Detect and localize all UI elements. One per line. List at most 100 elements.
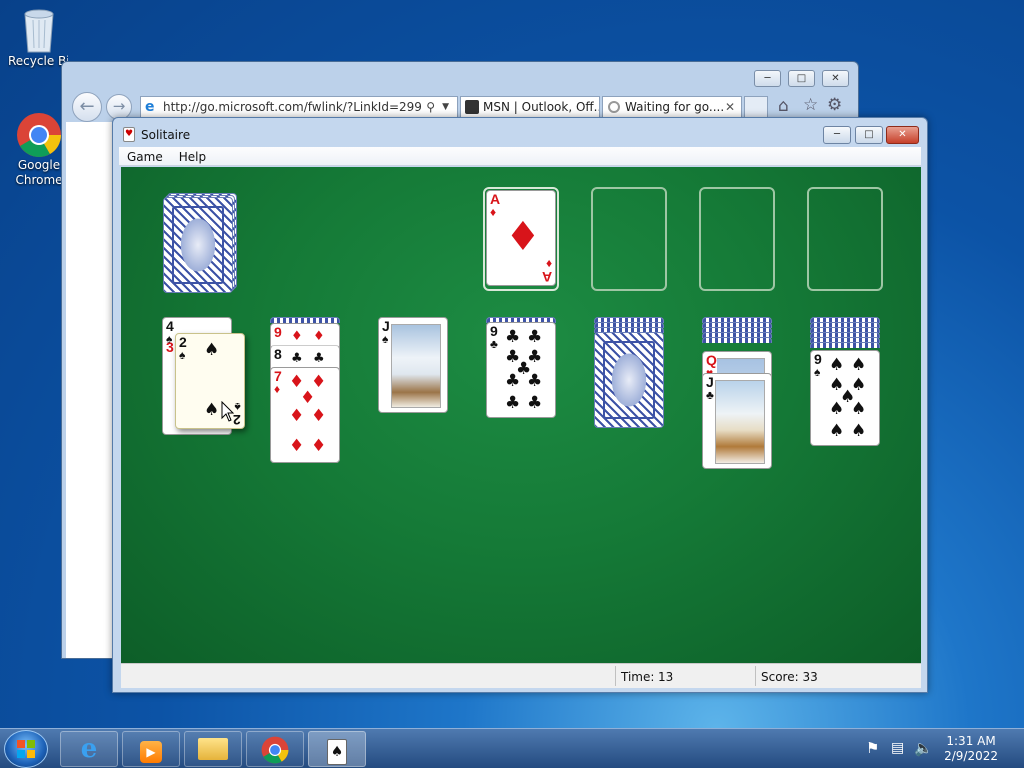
address-bar[interactable]: e http://go.microsoft.com/fwlink/?LinkId… [140, 96, 458, 118]
tableau-column-4[interactable]: 9 ♣ ♣ ♣ ♣ ♣ ♣ ♣ ♣ ♣ ♣ [486, 317, 558, 419]
diamond-icon: ♦ [289, 436, 305, 456]
clock-date: 2/9/2022 [944, 749, 998, 763]
gear-icon[interactable]: ⚙ [827, 95, 842, 115]
tab-label: MSN | Outlook, Off... [483, 100, 600, 114]
close-button[interactable]: ✕ [886, 126, 919, 144]
club-icon: ♣ [527, 371, 543, 391]
new-tab-button[interactable] [744, 96, 768, 118]
back-arrow-icon[interactable]: ← [72, 92, 102, 122]
home-icon[interactable]: ⌂ [778, 96, 789, 116]
card-rank: 9 [274, 325, 282, 339]
card-rank: 2 ♠ [179, 335, 187, 361]
taskbar-media-player[interactable]: ▶ [122, 731, 180, 767]
card-back-edge [702, 337, 772, 343]
rank-text: 3 [166, 339, 174, 355]
solitaire-window[interactable]: ♥ Solitaire ─ □ ✕ Game Help A ♦ ♦ A ♦ 4 ♠ 3 [112, 117, 928, 693]
tableau-column-7[interactable]: 9 ♠ ♠ ♠ ♠ ♠ ♠ ♠ ♠ ♠ ♠ [810, 317, 882, 449]
suit-glyph: ♦ [490, 205, 497, 219]
status-separator [615, 666, 616, 686]
club-icon: ♣ [313, 351, 325, 366]
tab-loading[interactable]: Waiting for go.... ✕ [602, 96, 742, 118]
suit-glyph: ♠ [382, 332, 389, 346]
msn-icon [465, 100, 479, 114]
game-table[interactable]: A ♦ ♦ A ♦ 4 ♠ 3 2 ♠ ♠ ♠ 2 ♠ 9 ♦ ♦ 8 ♣ ♣ … [121, 167, 921, 663]
menu-game[interactable]: Game [119, 147, 171, 164]
club-icon: ♣ [505, 327, 521, 347]
volume-icon[interactable]: 🔈 [914, 739, 933, 757]
card-rank: 8 [274, 347, 282, 361]
start-button[interactable] [4, 730, 48, 768]
tableau-card[interactable]: 9 ♠ ♠ ♠ ♠ ♠ ♠ ♠ ♠ ♠ ♠ [810, 350, 880, 446]
time-value: 13 [658, 670, 674, 684]
network-icon[interactable]: ▤ [891, 740, 904, 756]
club-icon: ♣ [527, 327, 543, 347]
recycle-bin-icon [24, 9, 54, 53]
search-icon[interactable]: ⚲ [426, 97, 435, 117]
rank-text: 8 [274, 346, 282, 362]
tableau-card[interactable]: J ♠ [378, 317, 448, 413]
tableau-column-2[interactable]: 9 ♦ ♦ 8 ♣ ♣ 7 ♦ ♦ ♦ ♦ ♦ ♦ ♦ ♦ [270, 317, 342, 467]
taskbar-internet-explorer[interactable]: e [60, 731, 118, 767]
ie-maximize-button[interactable]: □ [788, 70, 815, 87]
spade-icon: ♠ [204, 340, 220, 360]
menu-help[interactable]: Help [171, 147, 214, 164]
tableau-card[interactable]: 7 ♦ ♦ ♦ ♦ ♦ ♦ ♦ ♦ [270, 367, 340, 463]
suit-glyph: ♣ [706, 388, 714, 402]
status-bar: Time: 13 Score: 33 [121, 663, 921, 688]
clock-time: 1:31 AM [946, 734, 996, 748]
close-icon[interactable]: ✕ [725, 97, 735, 117]
desktop-icon-label: Google Chrome [15, 158, 63, 187]
ie-close-button[interactable]: ✕ [822, 70, 849, 87]
spade-icon: ♠ [851, 421, 867, 441]
card-rank: J ♣ [706, 375, 714, 401]
favorites-star-icon[interactable]: ☆ [803, 95, 818, 115]
rank-text: A [541, 269, 552, 285]
tableau-column-5[interactable] [594, 317, 666, 433]
tableau-card[interactable]: J ♣ [702, 373, 772, 469]
system-clock[interactable]: 1:31 AM 2/9/2022 [944, 734, 998, 764]
diamond-icon: ♦ [311, 436, 327, 456]
chevron-down-icon[interactable]: ▼ [442, 97, 449, 117]
foundation-2[interactable] [591, 187, 667, 291]
loading-spinner-icon [608, 101, 620, 113]
minimize-button[interactable]: ─ [823, 126, 851, 144]
ie-logo-icon: e [80, 734, 98, 764]
suit-glyph: ♣ [490, 337, 498, 351]
foundation-card[interactable]: A ♦ ♦ A ♦ [486, 190, 556, 286]
card-back[interactable] [594, 332, 664, 428]
card-rank: A ♦ [490, 192, 500, 218]
taskbar-solitaire[interactable]: ♠ [308, 731, 366, 767]
club-icon: ♣ [505, 393, 521, 413]
folder-icon [198, 738, 228, 760]
suit-glyph: ♠ [179, 348, 186, 362]
card-rank: 9 ♠ [814, 352, 822, 378]
spade-icon: ♠ [829, 355, 845, 375]
tab-msn[interactable]: MSN | Outlook, Off... [460, 96, 600, 118]
jack-artwork [391, 324, 441, 408]
club-icon: ♣ [505, 371, 521, 391]
stock-pile[interactable] [163, 191, 239, 293]
card-rank: 7 ♦ [274, 369, 282, 395]
ie-minimize-button[interactable]: ─ [754, 70, 781, 87]
foundation-3[interactable] [699, 187, 775, 291]
taskbar-google-chrome[interactable] [246, 731, 304, 767]
score-text: Score: 33 [761, 670, 818, 684]
card-rank: 9 ♣ [490, 324, 498, 350]
maximize-button[interactable]: □ [855, 126, 883, 144]
taskbar-file-explorer[interactable] [184, 731, 242, 767]
tableau-column-3[interactable]: J ♠ [378, 317, 450, 413]
status-separator [755, 666, 756, 686]
foundation-4[interactable] [807, 187, 883, 291]
tableau-card[interactable]: 9 ♣ ♣ ♣ ♣ ♣ ♣ ♣ ♣ ♣ ♣ [486, 322, 556, 418]
suit-glyph: ♠ [814, 365, 821, 379]
club-icon: ♣ [527, 393, 543, 413]
taskbar: e ▶ ♠ ⚑ ▤ 🔈 1:31 AM 2/9/2022 [0, 728, 1024, 768]
spade-icon: ♠ [851, 399, 867, 419]
action-center-flag-icon[interactable]: ⚑ [866, 739, 879, 757]
diamond-icon: ♦ [311, 406, 327, 426]
desktop-icon-recycle-bin[interactable]: Recycle Bin [4, 6, 74, 69]
diamond-icon: ♦ [313, 329, 325, 344]
mouse-cursor-icon [221, 401, 235, 422]
card-rank: J ♠ [382, 319, 390, 345]
tableau-column-6[interactable]: Q♥ J♣ [702, 317, 774, 471]
